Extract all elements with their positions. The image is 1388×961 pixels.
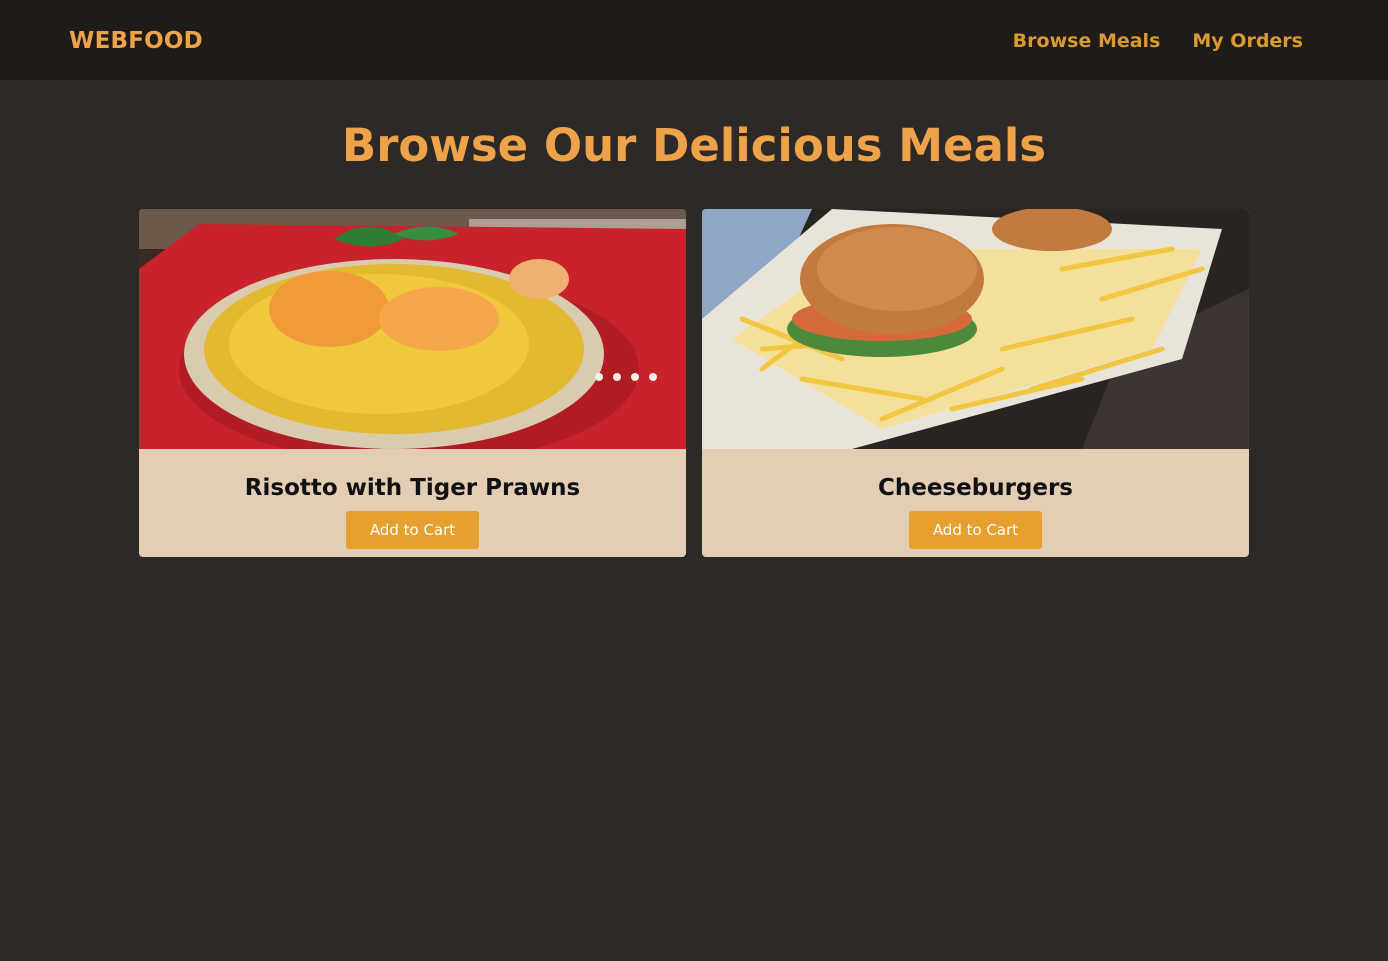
meal-image-cheeseburger [702, 209, 1249, 449]
meal-card: Risotto with Tiger Prawns Add to Cart [139, 209, 686, 557]
add-to-cart-button[interactable]: Add to Cart [909, 511, 1042, 549]
meal-name: Cheeseburgers [877, 475, 1074, 501]
meals-grid: Risotto with Tiger Prawns Add to Cart Ch… [139, 209, 1249, 557]
add-to-cart-button[interactable]: Add to Cart [346, 511, 479, 549]
site-header: WEBFOOD Browse Meals My Orders [0, 0, 1388, 80]
main-nav: Browse Meals My Orders [981, 26, 1303, 56]
meal-card: Cheeseburgers Add to Cart [702, 209, 1249, 557]
page-title: Browse Our Delicious Meals [341, 119, 1047, 172]
logo[interactable]: WEBFOOD [69, 26, 203, 56]
nav-my-orders[interactable]: My Orders [1192, 26, 1303, 56]
meal-image-risotto [139, 209, 686, 449]
meal-name: Risotto with Tiger Prawns [244, 475, 581, 501]
nav-browse-meals[interactable]: Browse Meals [1013, 26, 1161, 56]
